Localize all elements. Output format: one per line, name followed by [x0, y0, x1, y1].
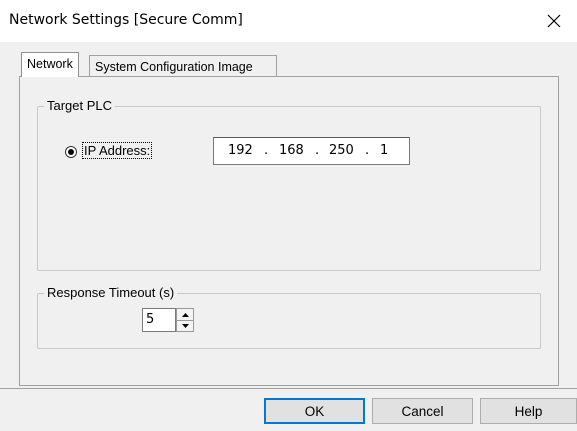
ip-dot-2: . — [315, 143, 320, 158]
window-title: Network Settings [Secure Comm] — [9, 12, 243, 28]
ip-dot-3: . — [365, 143, 370, 158]
help-button[interactable]: Help — [480, 398, 577, 424]
tab-network[interactable]: Network — [21, 52, 79, 77]
response-timeout-group: Response Timeout (s) 5 — [37, 285, 541, 349]
spin-up-icon — [181, 312, 189, 317]
title-bar: Network Settings [Secure Comm] — [0, 0, 577, 42]
tab-system-configuration-image[interactable]: System Configuration Image — [89, 55, 277, 77]
spin-down-button[interactable] — [177, 320, 193, 331]
tab-page-network: Target PLC IP Address: 192 . 168 . 250 .… — [19, 76, 559, 386]
tab-system-configuration-image-label: System Configuration Image — [95, 60, 253, 74]
radio-selected-dot — [68, 149, 74, 155]
dialog-client-area: Network System Configuration Image Targe… — [0, 42, 577, 431]
ip-octet-2: 168 — [279, 143, 304, 158]
ip-octet-3: 250 — [329, 143, 354, 158]
ip-octet-4: 1 — [380, 143, 389, 158]
ip-address-field[interactable]: 192 . 168 . 250 . 1 — [213, 137, 410, 165]
cancel-button-label: Cancel — [401, 403, 444, 419]
ip-octet-1: 192 — [228, 143, 253, 158]
response-timeout-legend: Response Timeout (s) — [44, 285, 178, 301]
spin-down-icon — [181, 323, 189, 328]
target-plc-group: Target PLC IP Address: 192 . 168 . 250 .… — [37, 98, 541, 271]
ok-button-label: OK — [304, 403, 325, 419]
ip-address-label[interactable]: IP Address: — [82, 142, 153, 159]
tab-network-label: Network — [27, 57, 73, 71]
response-timeout-value: 5 — [146, 312, 155, 327]
ip-dot-1: . — [264, 143, 269, 158]
response-timeout-spinner[interactable] — [176, 308, 194, 332]
target-plc-legend: Target PLC — [44, 98, 116, 114]
ok-button[interactable]: OK — [264, 398, 365, 424]
response-timeout-input[interactable]: 5 — [142, 308, 176, 332]
close-button[interactable] — [531, 0, 577, 42]
ip-address-radio[interactable] — [65, 146, 77, 158]
close-icon — [547, 14, 561, 28]
cancel-button[interactable]: Cancel — [372, 398, 473, 424]
footer-separator — [0, 388, 577, 389]
help-button-label: Help — [514, 403, 543, 419]
